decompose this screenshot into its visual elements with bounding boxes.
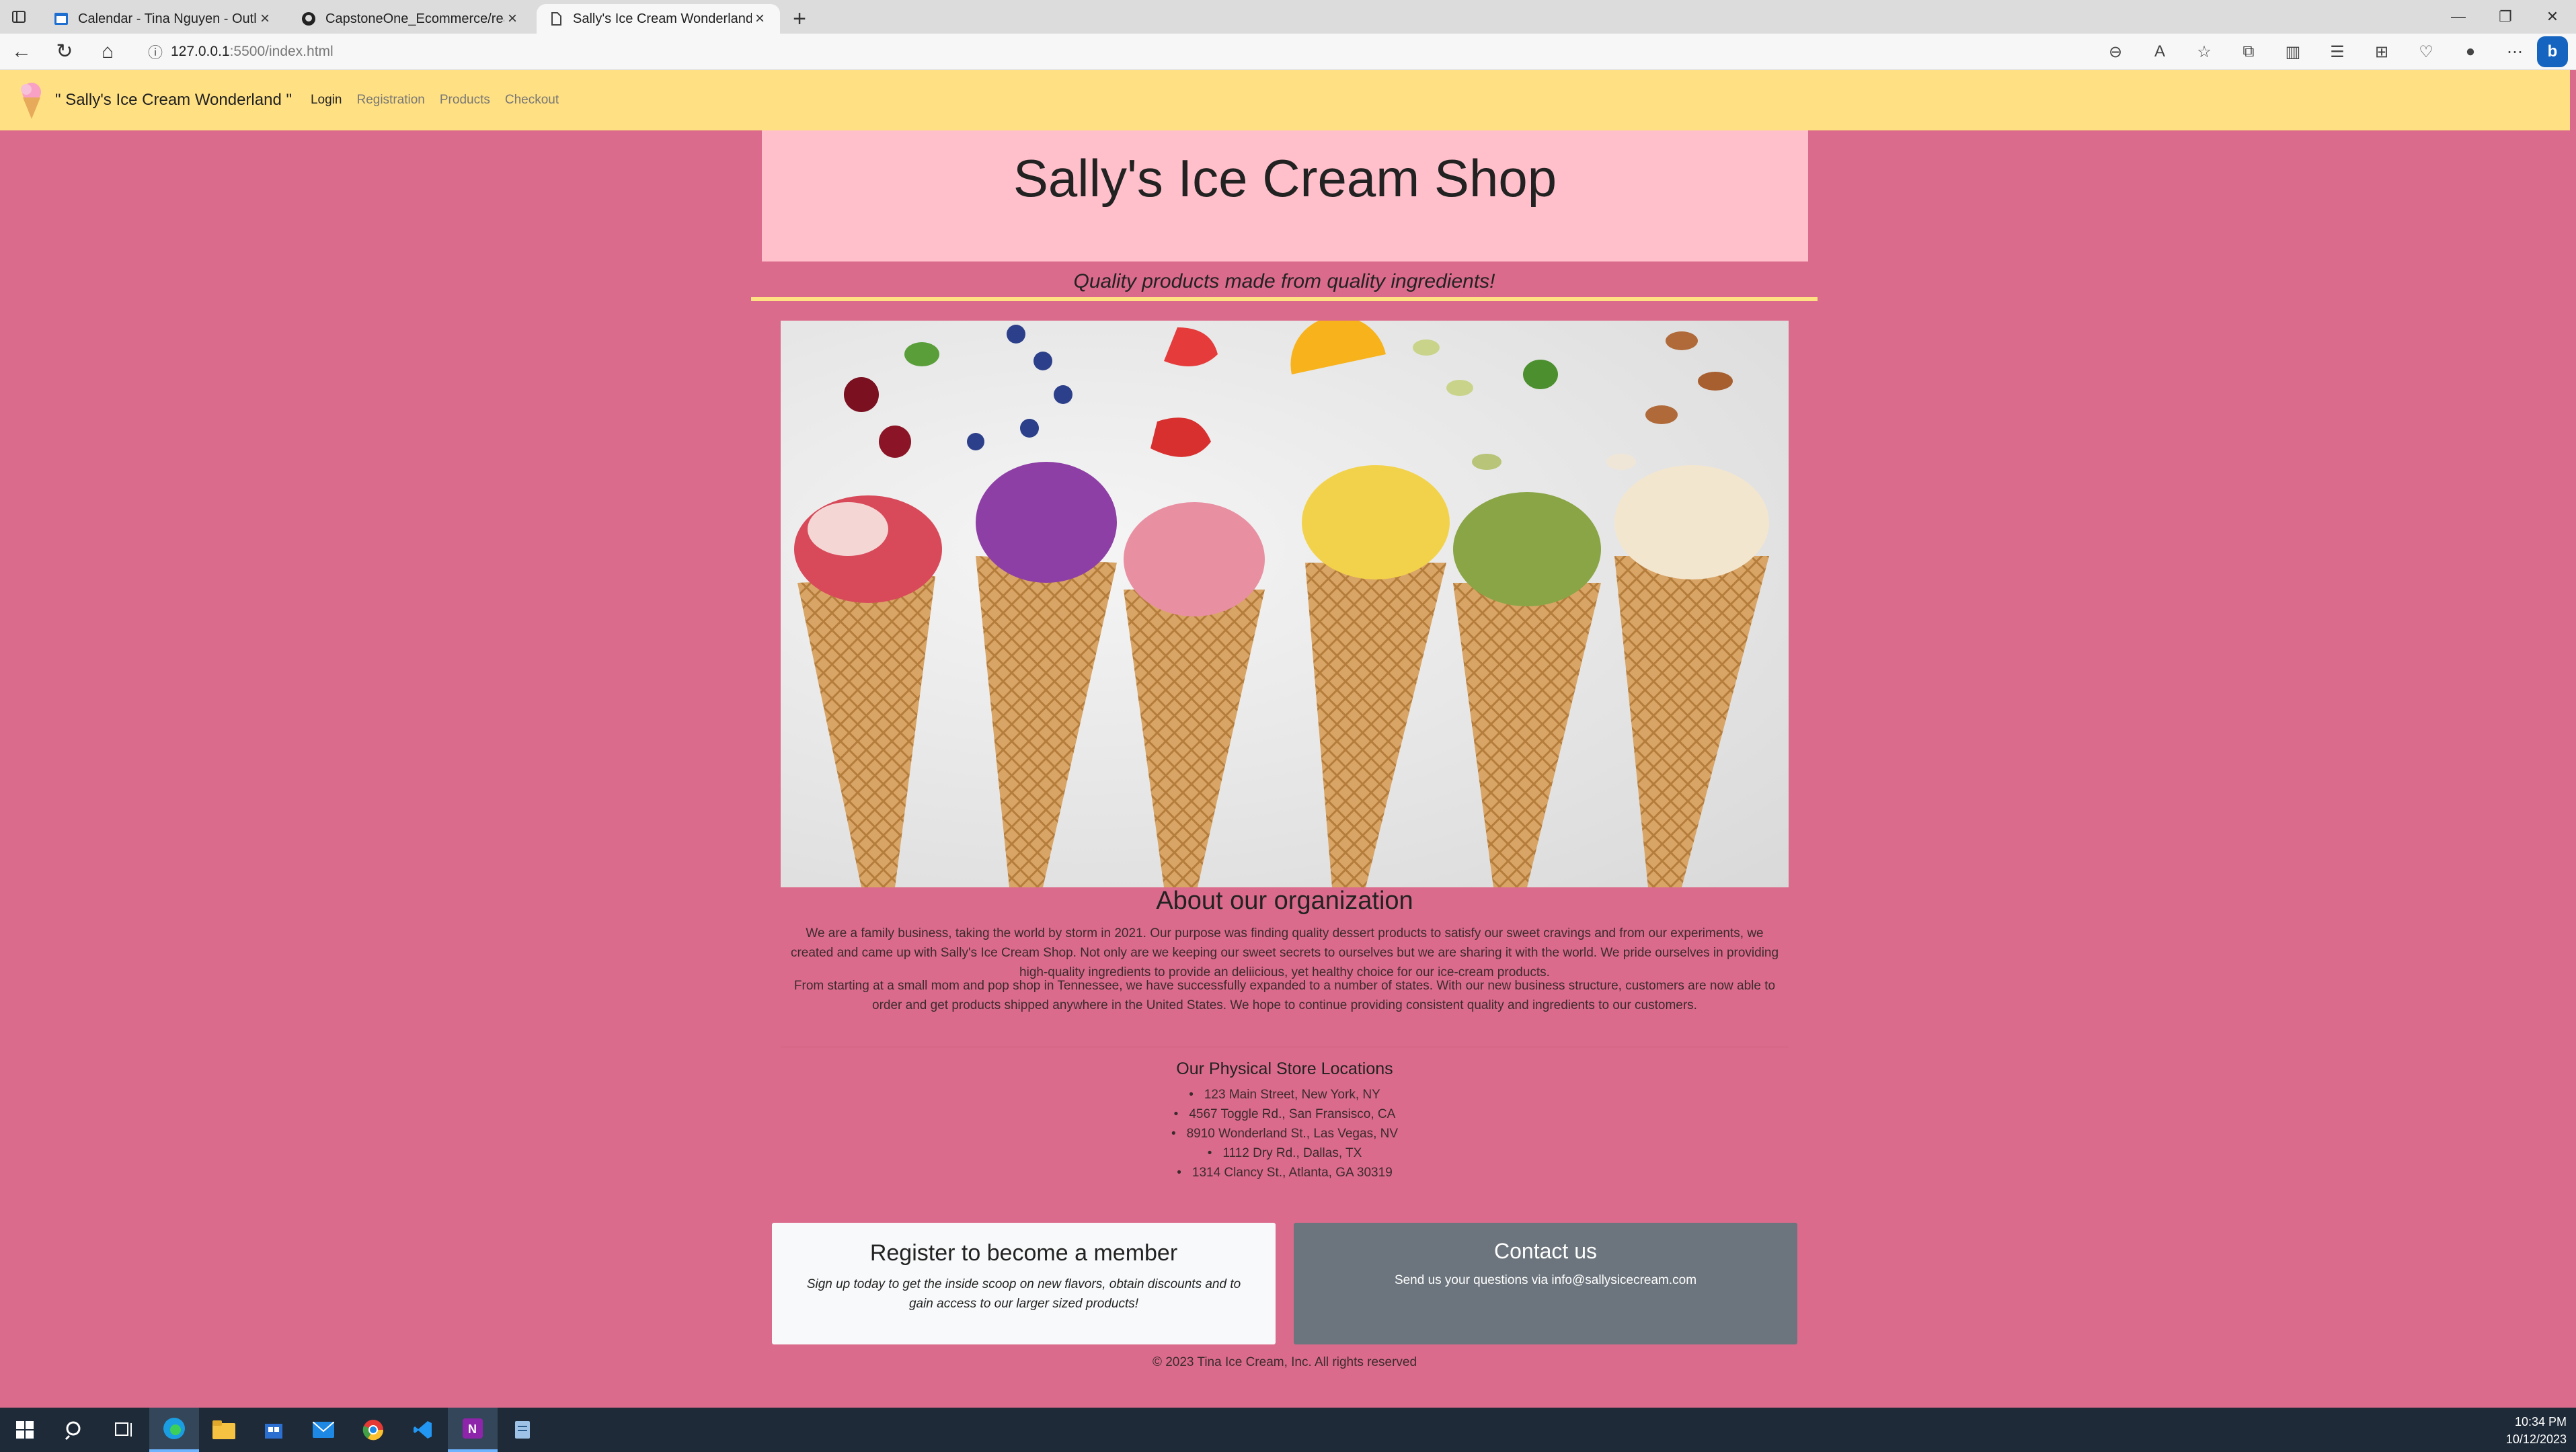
taskbar-chrome[interactable]	[348, 1408, 398, 1452]
svg-text:N: N	[468, 1422, 477, 1436]
collections-icon[interactable]: ⊞	[2359, 42, 2404, 62]
github-icon	[302, 12, 315, 26]
browser-toolbar: ⊖ A ☆ ⧉ ▥ ☰ ⊞ ♡ ● ⋯ b	[2093, 34, 2568, 70]
taskbar-edge[interactable]	[149, 1408, 199, 1452]
page-icon	[551, 12, 561, 26]
nav-registration-link[interactable]: Registration	[356, 93, 424, 108]
about-title: About our organization	[1156, 887, 1413, 915]
taskbar-onenote[interactable]: N	[448, 1408, 498, 1452]
windows-taskbar: N 10:34 PM 10/12/2023	[0, 1408, 2576, 1452]
url-host: 127.0.0.1	[171, 44, 230, 59]
window-controls: — ❐ ✕	[2435, 0, 2576, 34]
locations-list: 123 Main Street, New York, NY 4567 Toggl…	[781, 1085, 1789, 1182]
more-menu-icon[interactable]: ⋯	[2493, 42, 2537, 62]
vscode-icon	[414, 1421, 432, 1439]
read-aloud-icon[interactable]: A	[2138, 42, 2182, 61]
location-item: 123 Main Street, New York, NY	[781, 1085, 1789, 1104]
windows-logo-icon	[16, 1421, 34, 1439]
url-path: :5500/index.html	[229, 44, 334, 59]
system-clock[interactable]: 10:34 PM 10/12/2023	[2506, 1413, 2567, 1448]
back-icon[interactable]: ←	[0, 34, 43, 70]
clock-time: 10:34 PM	[2514, 1415, 2567, 1428]
copilot-icon[interactable]: b	[2537, 36, 2568, 67]
register-card-text: Sign up today to get the inside scoop on…	[806, 1277, 1241, 1311]
nav-products-link[interactable]: Products	[440, 93, 490, 108]
home-icon[interactable]: ⌂	[86, 34, 129, 70]
about-paragraph-2: From starting at a small mom and pop sho…	[793, 979, 1776, 1012]
browser-address-bar: ← ↻ ⌂ ⓘ 127.0.0.1:5500/index.html ⊖ A ☆ …	[0, 34, 2576, 70]
location-item: 4567 Toggle Rd., San Fransisco, CA	[781, 1104, 1789, 1124]
file-explorer-icon	[212, 1420, 235, 1439]
restore-icon[interactable]: ❐	[2482, 0, 2529, 34]
register-card[interactable]: Register to become a member Sign up toda…	[772, 1223, 1276, 1344]
extensions-icon[interactable]: ⧉	[2226, 42, 2271, 61]
browser-tab-outlook[interactable]: Calendar - Tina Nguyen - Outlook ×	[42, 4, 285, 34]
close-window-icon[interactable]: ✕	[2529, 0, 2576, 34]
search-button[interactable]	[50, 1408, 100, 1452]
new-tab-button[interactable]: +	[783, 4, 816, 34]
nav-checkout-link[interactable]: Checkout	[505, 93, 559, 108]
hero-title: Sally's Ice Cream Shop	[1013, 149, 1557, 208]
browser-tab-github[interactable]: CapstoneOne_Ecommerce/readme ×	[289, 4, 533, 34]
page-body: Sally's Ice Cream Shop Quality products …	[0, 130, 2570, 1408]
ice-cream-cones-image	[781, 321, 1789, 887]
outlook-calendar-icon	[54, 13, 68, 25]
location-item: 1112 Dry Rd., Dallas, TX	[781, 1143, 1789, 1163]
tab-title: Sally's Ice Cream Wonderland!	[573, 11, 752, 26]
browser-tab-bar: Calendar - Tina Nguyen - Outlook × Capst…	[0, 0, 2576, 34]
taskbar-mail[interactable]	[299, 1408, 348, 1452]
mail-icon	[313, 1422, 334, 1438]
tab-actions-button[interactable]	[0, 0, 38, 34]
tab-title: Calendar - Tina Nguyen - Outlook	[78, 11, 257, 26]
task-view-icon	[115, 1422, 132, 1437]
register-card-title: Register to become a member	[869, 1240, 1178, 1266]
search-icon	[65, 1421, 81, 1440]
contact-card-title: Contact us	[1494, 1239, 1597, 1263]
contact-card[interactable]: Contact us Send us your questions via in…	[1294, 1223, 1797, 1344]
taskbar-file-explorer[interactable]	[199, 1408, 249, 1452]
zoom-icon[interactable]: ⊖	[2093, 42, 2138, 62]
microsoft-store-icon	[265, 1424, 282, 1439]
tab-actions-icon	[12, 11, 26, 23]
location-item: 8910 Wonderland St., Las Vegas, NV	[781, 1124, 1789, 1143]
tagline: Quality products made from quality ingre…	[1073, 270, 1495, 292]
taskbar-notepad[interactable]	[498, 1408, 547, 1452]
ice-cream-cones-illustration	[794, 321, 1769, 887]
nav-login-link[interactable]: Login	[311, 93, 342, 108]
footer-copyright: © 2023 Tina Ice Cream, Inc. All rights r…	[1152, 1355, 1417, 1369]
close-tab-icon[interactable]: ×	[257, 9, 273, 28]
edge-browser-icon	[163, 1418, 185, 1439]
favorites-icon[interactable]: ☰	[2315, 42, 2359, 62]
clock-date: 10/12/2023	[2505, 1433, 2567, 1446]
split-screen-icon[interactable]: ▥	[2271, 42, 2315, 62]
taskbar-store[interactable]	[249, 1408, 299, 1452]
browser-essentials-icon[interactable]: ♡	[2404, 42, 2448, 62]
site-info-icon[interactable]: ⓘ	[148, 41, 171, 63]
close-tab-icon[interactable]: ×	[752, 9, 768, 28]
hero-banner: Sally's Ice Cream Shop	[762, 130, 1808, 261]
browser-tab-active[interactable]: Sally's Ice Cream Wonderland! ×	[537, 4, 780, 34]
close-tab-icon[interactable]: ×	[504, 9, 520, 28]
site-navbar: " Sally's Ice Cream Wonderland " Login R…	[0, 70, 2570, 130]
contact-card-text: Send us your questions via info@sallysic…	[1394, 1273, 1697, 1287]
location-item: 1314 Clancy St., Atlanta, GA 30319	[781, 1163, 1789, 1182]
profile-avatar-icon[interactable]: ●	[2448, 42, 2493, 61]
ice-cream-logo-icon[interactable]	[16, 80, 47, 120]
onenote-icon: N	[463, 1418, 483, 1439]
locations-title: Our Physical Store Locations	[1176, 1059, 1393, 1078]
site-brand[interactable]: " Sally's Ice Cream Wonderland "	[55, 91, 292, 110]
chrome-icon	[362, 1420, 384, 1441]
tab-title: CapstoneOne_Ecommerce/readme	[325, 11, 504, 26]
about-paragraph-1: We are a family business, taking the wor…	[790, 926, 1779, 979]
taskbar-vscode[interactable]	[398, 1408, 448, 1452]
minimize-icon[interactable]: —	[2435, 0, 2482, 34]
divider-line	[751, 297, 1818, 301]
favorite-star-icon[interactable]: ☆	[2182, 42, 2226, 62]
notepad-icon	[515, 1421, 530, 1439]
url-input[interactable]: ⓘ 127.0.0.1:5500/index.html	[148, 38, 2065, 65]
start-button[interactable]	[0, 1408, 50, 1452]
task-view-button[interactable]	[100, 1408, 149, 1452]
refresh-icon[interactable]: ↻	[43, 34, 86, 70]
